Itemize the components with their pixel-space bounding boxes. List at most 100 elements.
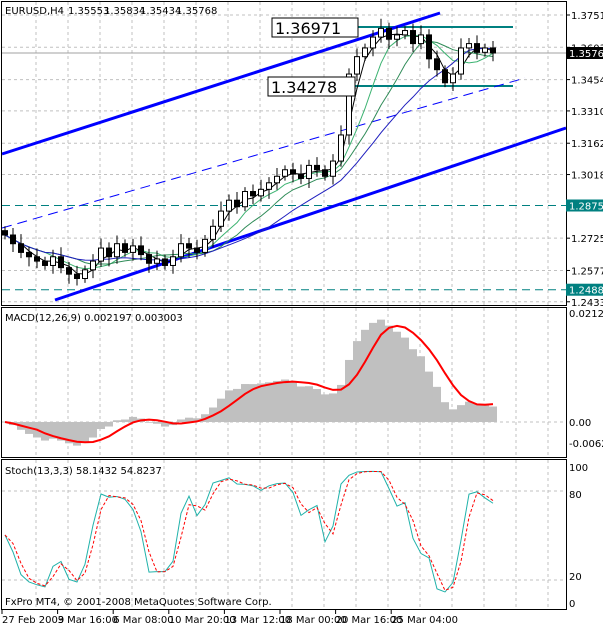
- candle-body: [458, 47, 464, 75]
- candle-body: [434, 58, 440, 71]
- price-tick-label: 1.31620: [571, 139, 603, 150]
- lower-level-label: 1.34278: [271, 78, 337, 97]
- candle-body: [490, 47, 496, 54]
- candle-body: [106, 247, 112, 258]
- candle-body: [258, 188, 264, 197]
- candle-body: [298, 173, 304, 179]
- candle-body: [42, 260, 48, 266]
- macd-histogram-bar: [233, 388, 241, 422]
- macd-histogram-bar: [345, 359, 353, 422]
- price-tick-label: 1.30180: [571, 171, 603, 182]
- copyright-label: FxPro MT4, © 2001-2008 MetaQuotes Softwa…: [5, 597, 272, 608]
- candle-body: [26, 251, 32, 258]
- candle-body: [50, 256, 56, 266]
- stoch-d-line: [4, 470, 494, 592]
- candle-body: [474, 43, 480, 53]
- candle-body: [202, 238, 208, 253]
- candle-body: [362, 47, 368, 58]
- candle-body: [402, 30, 408, 36]
- stoch-tick-label: 0: [569, 599, 575, 610]
- candle-body: [138, 245, 144, 256]
- macd-histogram-bar: [153, 422, 161, 424]
- candle-body: [378, 27, 384, 38]
- macd-label: MACD(12,26,9) 0.002197 0.003003: [5, 313, 183, 324]
- time-tick-label: 6 Mar 08:00: [113, 615, 173, 626]
- stoch-tick-label: 100: [569, 463, 588, 474]
- candle-body: [10, 234, 16, 245]
- candle-body: [354, 56, 360, 75]
- candle-body: [242, 191, 248, 208]
- candle-body: [194, 247, 200, 253]
- level-tag-label: 1.24885: [569, 286, 603, 297]
- macd-histogram-bar: [113, 420, 121, 422]
- macd-histogram-bar: [289, 381, 297, 422]
- level-tag-label: 1.28757: [569, 201, 603, 212]
- macd-histogram-bar: [89, 422, 97, 438]
- macd-histogram-bar: [369, 322, 377, 422]
- time-tick-label: 27 Feb 2009: [2, 615, 64, 626]
- macd-histogram-bar: [241, 384, 249, 422]
- candle-body: [170, 256, 176, 266]
- candle-body: [98, 247, 104, 262]
- candle-body: [266, 182, 272, 190]
- trading-chart[interactable]: EURUSD,H4 1.35553 1.35834 1.35434 1.3576…: [0, 0, 603, 627]
- time-tick-label: 3 Mar 16:00: [58, 615, 118, 626]
- macd-histogram-bar: [281, 379, 289, 422]
- macd-histogram-bar: [273, 380, 281, 422]
- candle-body: [234, 199, 240, 208]
- candle-body: [322, 169, 328, 177]
- stoch-k-line: [4, 470, 494, 593]
- macd-histogram-bar: [353, 341, 361, 422]
- macd-histogram-bar: [393, 331, 401, 422]
- candle-body: [2, 230, 8, 236]
- macd-histogram-bar: [481, 403, 489, 422]
- price-tick-label: 1.25770: [571, 266, 603, 277]
- candle-body: [66, 267, 72, 275]
- macd-histogram-bar: [401, 337, 409, 422]
- price-tick-label: 1.24330: [571, 298, 603, 309]
- macd-histogram-bar: [449, 409, 457, 422]
- macd-histogram-bar: [441, 402, 449, 422]
- stoch-panel: [4, 470, 494, 593]
- macd-histogram-bar: [321, 394, 329, 422]
- macd-histogram-bar: [433, 386, 441, 422]
- price-axis[interactable]: 1.375151.360301.345451.331051.316201.301…: [566, 11, 603, 610]
- candles: [2, 18, 496, 286]
- candle-body: [186, 243, 192, 249]
- macd-tick-label: 0.02125: [569, 309, 603, 320]
- candle-body: [122, 243, 128, 253]
- candle-body: [34, 256, 40, 262]
- candle-body: [314, 164, 320, 171]
- candle-body: [386, 27, 392, 40]
- indicator-lines: [1, 11, 567, 302]
- candle-body: [162, 258, 168, 266]
- macd-histogram-bar: [409, 349, 417, 422]
- macd-histogram-bar: [465, 401, 473, 422]
- candle-body: [330, 160, 336, 177]
- candle-body: [370, 36, 376, 49]
- candle-body: [442, 69, 448, 84]
- candle-body: [74, 273, 80, 280]
- candle-body: [210, 225, 216, 240]
- stoch-tick-label: 20: [569, 572, 582, 583]
- macd-histogram-bar: [473, 403, 481, 422]
- candle-body: [178, 243, 184, 258]
- price-tick-label: 1.34545: [571, 76, 603, 87]
- macd-histogram-bar: [417, 356, 425, 422]
- candle-body: [146, 254, 152, 264]
- macd-histogram-bar: [425, 371, 433, 422]
- candle-body: [250, 191, 256, 197]
- symbol-label: EURUSD,H4: [5, 6, 64, 17]
- time-axis[interactable]: 27 Feb 20093 Mar 16:006 Mar 08:0010 Mar …: [1, 610, 458, 626]
- macd-panel: [4, 319, 497, 446]
- macd-histogram-bar: [489, 406, 497, 422]
- macd-histogram-bar: [297, 386, 305, 422]
- candle-body: [482, 47, 488, 53]
- candle-body: [114, 243, 120, 258]
- macd-histogram-bar: [121, 419, 129, 422]
- price-tick-label: 1.37515: [571, 11, 603, 22]
- macd-histogram-bar: [265, 382, 273, 422]
- stoch-label: Stoch(13,3,3) 58.1432 54.8237: [5, 466, 162, 477]
- candle-body: [130, 245, 136, 253]
- candle-body: [154, 258, 160, 264]
